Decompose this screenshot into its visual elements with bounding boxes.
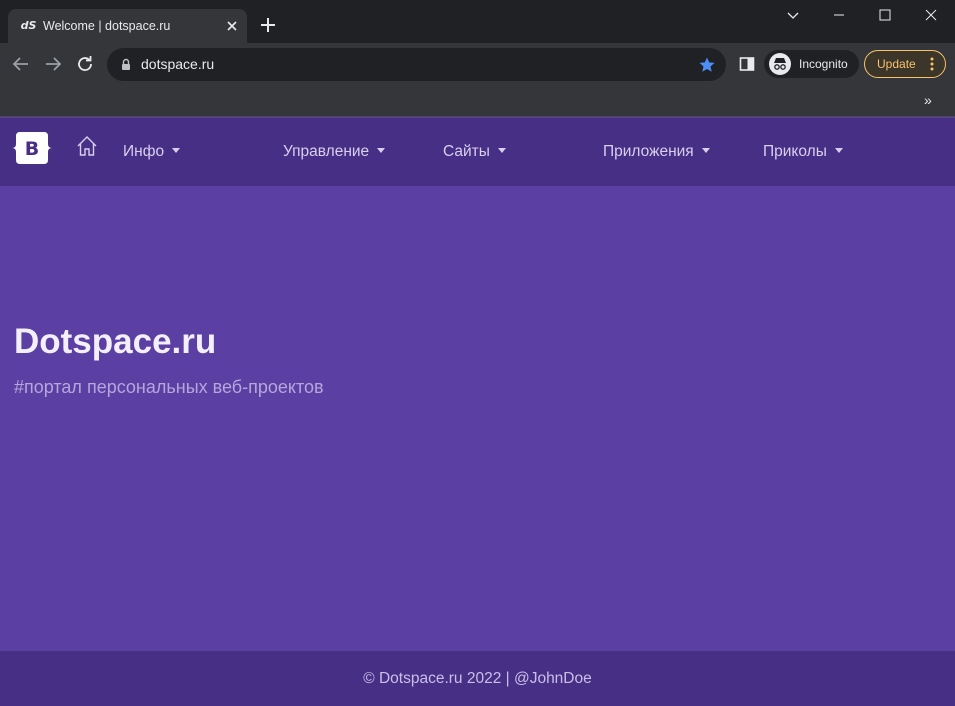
home-icon[interactable]	[75, 134, 99, 158]
nav-item-label: Инфо	[123, 143, 165, 160]
lock-icon[interactable]	[119, 57, 133, 72]
site-footer: © Dotspace.ru 2022 | @JohnDoe	[0, 651, 955, 706]
tab-title: Welcome | dotspace.ru	[43, 19, 171, 33]
forward-arrow-icon[interactable]	[42, 53, 64, 75]
nav-item-sites[interactable]: Сайты	[443, 142, 506, 162]
nav-item-label: Приложения	[603, 143, 694, 160]
tab-strip: dS Welcome | dotspace.ru	[0, 0, 955, 43]
caret-down-icon	[701, 148, 710, 153]
incognito-label: Incognito	[799, 57, 848, 71]
reload-icon[interactable]	[74, 53, 96, 75]
caret-down-icon	[172, 148, 181, 153]
nav-item-jokes[interactable]: Приколы	[763, 142, 843, 162]
close-window-icon[interactable]	[908, 0, 954, 30]
bootstrap-logo-icon[interactable]: B	[12, 130, 52, 166]
new-tab-plus-icon[interactable]	[258, 15, 278, 35]
page-subtitle: #портал персональных веб-проектов	[14, 377, 324, 397]
tab-search-chevron-icon[interactable]	[783, 6, 803, 24]
footer-text: © Dotspace.ru 2022 | @JohnDoe	[363, 670, 592, 687]
maximize-window-icon[interactable]	[862, 0, 908, 30]
site-navbar: B Инфо Управление Сайты Приложения Прико…	[0, 118, 955, 186]
browser-toolbar: dotspace.ru Incognito Update	[0, 43, 955, 86]
back-arrow-icon[interactable]	[10, 53, 32, 75]
incognito-icon	[769, 53, 791, 75]
nav-item-management[interactable]: Управление	[283, 142, 386, 162]
update-button[interactable]: Update	[864, 50, 946, 78]
brand-letter: B	[25, 138, 39, 160]
nav-item-apps[interactable]: Приложения	[603, 142, 710, 162]
site-favicon-icon: dS	[20, 18, 37, 34]
nav-item-label: Сайты	[443, 143, 490, 160]
nav-item-info[interactable]: Инфо	[123, 142, 181, 162]
nav-item-label: Приколы	[763, 143, 827, 160]
browser-tab[interactable]: dS Welcome | dotspace.ru	[8, 9, 247, 43]
side-panel-icon[interactable]	[738, 55, 756, 73]
page-title: Dotspace.ru	[14, 322, 217, 361]
bookmark-star-icon[interactable]	[698, 56, 716, 74]
address-bar[interactable]: dotspace.ru	[107, 48, 726, 81]
incognito-indicator[interactable]: Incognito	[764, 50, 859, 78]
hero-section: Dotspace.ru #портал персональных веб-про…	[0, 186, 955, 651]
caret-down-icon	[834, 148, 843, 153]
bookmarks-overflow-icon[interactable]: »	[924, 92, 932, 108]
minimize-window-icon[interactable]	[816, 0, 862, 30]
url-text[interactable]: dotspace.ru	[141, 56, 214, 73]
bookmarks-bar: »	[0, 86, 955, 117]
update-label: Update	[877, 57, 916, 71]
caret-down-icon	[377, 148, 386, 153]
caret-down-icon	[497, 148, 506, 153]
close-tab-icon[interactable]	[223, 17, 241, 35]
more-menu-icon[interactable]	[928, 55, 936, 73]
nav-item-label: Управление	[283, 143, 370, 160]
